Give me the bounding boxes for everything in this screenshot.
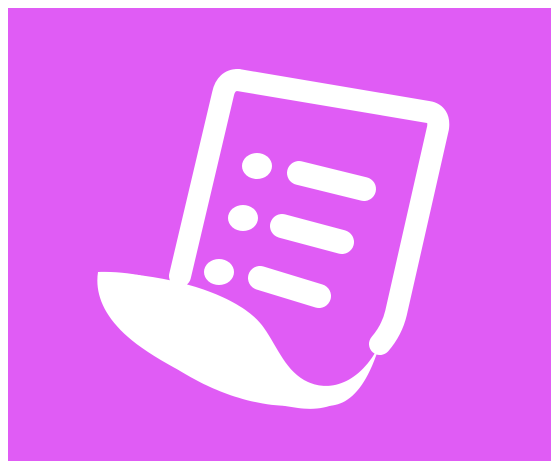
list-bullet-1 <box>242 153 272 179</box>
receipt-sheet-outline <box>227 69 450 355</box>
list-line-3 <box>248 266 331 308</box>
receipt-sheet-left-edge <box>169 69 249 287</box>
app-icon-frame <box>0 0 555 469</box>
receipt-curl-body <box>97 272 380 409</box>
list-bullet-3 <box>204 259 234 285</box>
receipt-list-icon <box>97 69 450 409</box>
app-icon-tile[interactable] <box>8 8 551 461</box>
list-bullet-2 <box>228 205 258 231</box>
list-line-1 <box>287 161 376 201</box>
list-line-2 <box>270 214 354 254</box>
